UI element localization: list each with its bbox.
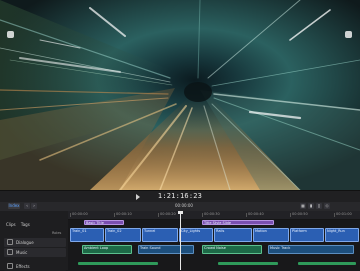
title-clip[interactable]: Title Style Slide	[202, 220, 274, 225]
role-checkbox[interactable]	[7, 263, 13, 269]
project-duration: 00:00:00	[175, 203, 193, 208]
playhead[interactable]	[178, 211, 183, 270]
viewer	[0, 0, 360, 190]
title-clip[interactable]: Basic Title	[84, 220, 124, 225]
timeline-index: Clips Tags Roles Dialogue Music Effects	[0, 211, 69, 271]
viewer-left-icon[interactable]	[7, 31, 14, 38]
clip-label: Crowd Noise	[204, 246, 226, 250]
video-clip[interactable]: Train_02	[105, 228, 141, 242]
timecode-display[interactable]: 1:21:16:23	[142, 191, 218, 202]
ruler-tick: 00:00:50	[290, 211, 312, 218]
clip-label: Train_02	[107, 229, 122, 233]
video-clip[interactable]: Platform	[290, 228, 324, 242]
clip-label: Platform	[292, 229, 307, 233]
ruler-tick: 00:00:10	[114, 211, 136, 218]
audio-clip[interactable]: Music Track	[268, 245, 354, 254]
role-checkbox[interactable]	[7, 239, 13, 245]
ruler-tick: 00:01:00	[334, 211, 356, 218]
clip-label: Music Track	[270, 246, 291, 250]
video-clip[interactable]: City_Lights	[179, 228, 213, 242]
clip-label: Train Sound	[140, 246, 161, 250]
skimming-icon[interactable]: ◇	[324, 203, 330, 209]
role-row-dialogue[interactable]: Dialogue	[4, 238, 66, 247]
audio-clip[interactable]: Crowd Noise	[202, 245, 262, 254]
index-tabs: Clips Tags	[6, 222, 34, 227]
audio-clip[interactable]: Ambient Loop	[82, 245, 132, 254]
back-icon[interactable]: ‹	[24, 203, 30, 209]
ruler-tick: 00:00:40	[246, 211, 268, 218]
clip-label: Title Style Slide	[204, 221, 232, 225]
video-clip[interactable]: Rails	[214, 228, 252, 242]
role-label: Dialogue	[16, 240, 34, 245]
timeline-tracks[interactable]: Basic Title Title Style Slide Train_01 T…	[68, 220, 360, 270]
audio-level-bar	[298, 262, 356, 265]
video-clip[interactable]: Night_Run	[325, 228, 359, 242]
role-label: Effects	[16, 264, 30, 269]
ruler-tick: 00:00:30	[202, 211, 224, 218]
clip-label: Tunnel	[144, 229, 156, 233]
snapping-icon[interactable]: ∥	[316, 203, 322, 209]
clip-label: Rails	[216, 229, 225, 233]
forward-icon[interactable]: ›	[31, 203, 37, 209]
viewer-frame	[0, 0, 360, 190]
video-clip[interactable]: Motion	[253, 228, 289, 242]
audio-level-bar	[78, 262, 158, 265]
clip-label: Basic Title	[86, 221, 104, 225]
clip-label: Train_01	[72, 229, 87, 233]
clip-label: Motion	[255, 229, 267, 233]
play-icon[interactable]	[136, 194, 140, 200]
role-checkbox[interactable]	[7, 249, 13, 255]
video-clip[interactable]: Train_01	[70, 228, 104, 242]
clip-appearance-icon[interactable]: ▦	[300, 203, 306, 209]
tab-tags[interactable]: Tags	[21, 222, 30, 227]
clip-label: City_Lights	[181, 229, 201, 233]
audio-level-bar	[218, 262, 278, 265]
clip-label: Night_Run	[327, 229, 345, 233]
index-header: Roles	[52, 231, 62, 235]
tab-clips[interactable]: Clips	[6, 222, 16, 227]
audio-clip[interactable]: Train Sound	[138, 245, 194, 254]
role-label: Music	[16, 250, 28, 255]
ruler-tick: 00:00:20	[158, 211, 180, 218]
index-button[interactable]: Index	[8, 203, 20, 209]
viewer-right-icon[interactable]	[345, 31, 352, 38]
video-clip[interactable]: Tunnel	[142, 228, 178, 242]
clip-label: Ambient Loop	[84, 246, 109, 250]
role-row-music[interactable]: Music	[4, 248, 66, 257]
audio-meter-icon[interactable]: ▮	[308, 203, 314, 209]
ruler-tick: 00:00:00	[70, 211, 92, 218]
timeline-ruler[interactable]: 00:00:00 00:00:10 00:00:20 00:00:30 00:0…	[68, 211, 360, 220]
